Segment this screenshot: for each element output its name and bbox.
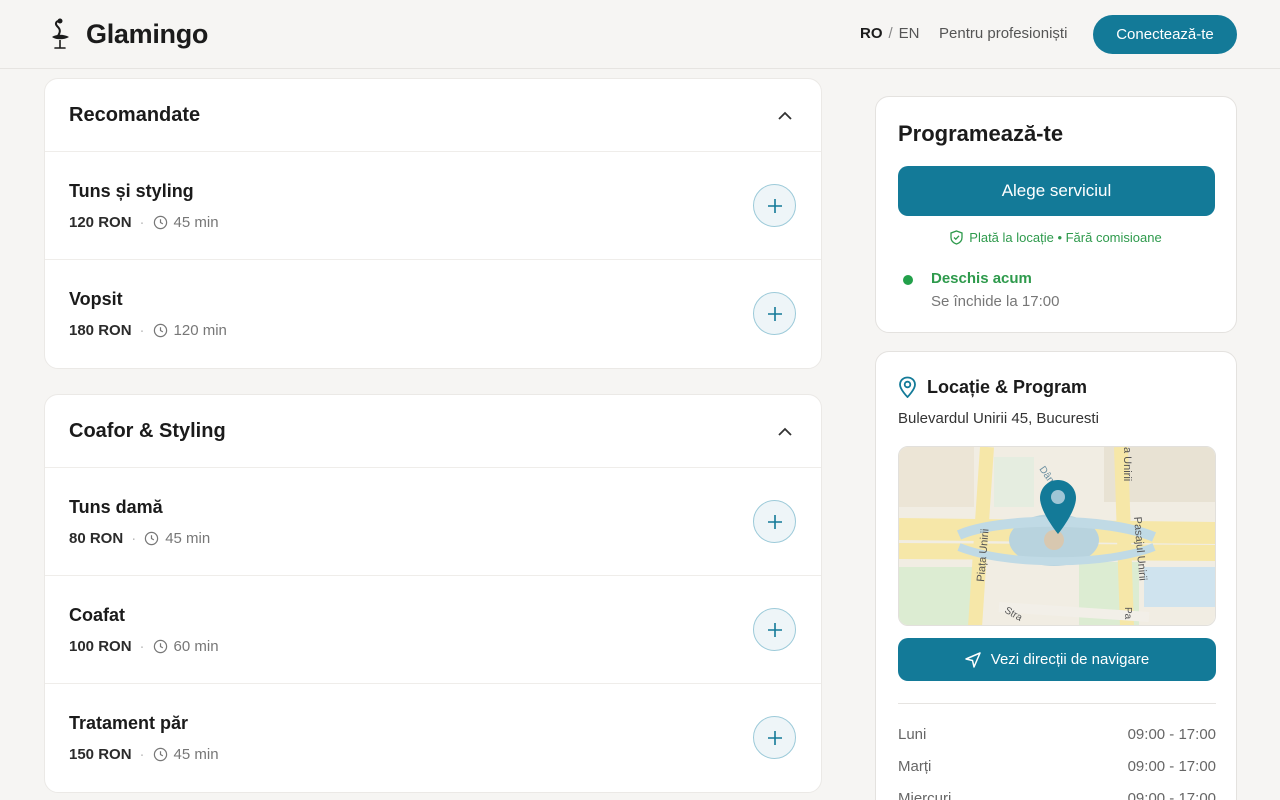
payment-note: Plată la locație • Fără comisioane [876,230,1236,245]
plus-icon [767,198,782,213]
section-hair-styling: Coafor & Styling Tuns damă 80 RON · 45 m… [44,394,822,793]
lang-separator: / [888,25,893,42]
top-bar: Glamingo RO / EN Pentru profesioniști Cone… [0,0,1280,69]
clock-icon [144,531,159,546]
service-item[interactable]: Tratament păr 150 RON · 45 min [45,684,821,792]
service-price: 80 RON [69,530,124,547]
meta-separator: · [139,322,145,339]
add-service-button[interactable] [753,500,796,543]
service-price: 150 RON [69,746,132,763]
divider [898,703,1216,704]
hours-row: Marți 09:00 - 17:00 [898,758,1216,775]
meta-separator: · [139,746,145,763]
map-label: a Unirii [1121,447,1133,481]
section-title: Recomandate [69,103,201,126]
professionals-link[interactable]: Pentru profesioniști [939,25,1067,42]
open-status: Deschis acum [931,270,1032,287]
connect-button[interactable]: Conectează-te [1093,15,1237,54]
hours-time: 09:00 - 17:00 [1127,758,1216,775]
meta-separator: · [131,530,137,547]
language-switcher: RO / EN [860,25,920,42]
booking-panel: Programează-te Alege serviciul Plată la … [875,96,1237,333]
booking-title: Programează-te [898,121,1064,146]
add-service-button[interactable] [753,716,796,759]
navigation-arrow-icon [965,651,981,668]
add-service-button[interactable] [753,292,796,335]
service-name: Tuns și styling [69,181,194,201]
directions-label: Vezi direcții de navigare [990,651,1150,668]
service-name: Tratament păr [69,713,189,733]
choose-service-button[interactable]: Alege serviciul [898,166,1215,216]
service-name: Vopsit [69,289,123,309]
lang-ro-link[interactable]: RO [860,25,883,42]
chevron-up-icon[interactable] [773,103,797,127]
service-price: 120 RON [69,214,132,231]
service-meta: 180 RON · 120 min [69,322,227,339]
chevron-up-icon[interactable] [773,419,797,443]
meta-separator: · [139,638,145,655]
location-pin-icon [899,376,916,398]
add-service-button[interactable] [753,608,796,651]
shield-check-icon [950,230,963,245]
clock-icon [153,323,168,338]
service-duration: 45 min [173,746,219,763]
map-label: Pa [1122,607,1133,620]
add-service-button[interactable] [753,184,796,227]
section-header[interactable]: Coafor & Styling [45,395,821,468]
clock-icon [153,639,168,654]
service-item[interactable]: Tuns damă 80 RON · 45 min [45,468,821,576]
plus-icon [767,306,782,321]
plus-icon [767,730,782,745]
meta-separator: · [139,214,145,231]
hours-day: Marți [898,758,932,775]
clock-icon [153,747,168,762]
section-header[interactable]: Recomandate [45,79,821,152]
clock-icon [153,215,168,230]
service-duration: 60 min [173,638,219,655]
service-price: 180 RON [69,322,132,339]
hours-row: Miercuri 09:00 - 17:00 [898,790,1216,800]
plus-icon [767,514,782,529]
location-map[interactable]: Dâmb Piața Unirii Pasajul Unirii a Uniri… [898,446,1216,626]
hours-day: Miercuri [898,790,952,800]
service-meta: 120 RON · 45 min [69,214,219,231]
section-title: Coafor & Styling [69,419,226,442]
hours-day: Luni [898,726,927,743]
location-panel: Locație & Program Bulevardul Unirii 45, … [875,351,1237,800]
payment-note-text: Plată la locație • Fără comisioane [969,230,1162,245]
flamingo-logo-icon [52,18,69,49]
service-item[interactable]: Coafat 100 RON · 60 min [45,576,821,684]
location-title: Locație & Program [927,376,1088,397]
service-duration: 45 min [165,530,211,547]
service-name: Tuns damă [69,497,163,517]
closing-time: Se închide la 17:00 [931,293,1060,310]
service-duration: 45 min [173,214,219,231]
service-meta: 150 RON · 45 min [69,746,219,763]
address: Bulevardul Unirii 45, Bucuresti [898,410,1099,427]
service-name: Coafat [69,605,126,625]
hours-row: Luni 09:00 - 17:00 [898,726,1216,743]
open-status-dot [903,275,913,285]
directions-button[interactable]: Vezi direcții de navigare [898,638,1216,681]
brand-logo[interactable]: Glamingo [48,17,208,51]
hours-time: 09:00 - 17:00 [1127,790,1216,800]
service-meta: 100 RON · 60 min [69,638,219,655]
plus-icon [767,622,782,637]
lang-en-link[interactable]: EN [899,25,920,42]
service-meta: 80 RON · 45 min [69,530,210,547]
service-item[interactable]: Vopsit 180 RON · 120 min [45,260,821,368]
service-price: 100 RON [69,638,132,655]
service-duration: 120 min [173,322,227,339]
service-item[interactable]: Tuns și styling 120 RON · 45 min [45,152,821,260]
brand-name: Glamingo [86,18,209,49]
location-header: Locație & Program [898,376,1087,398]
hours-time: 09:00 - 17:00 [1127,726,1216,743]
section-recommended: Recomandate Tuns și styling 120 RON · 45… [44,78,822,369]
